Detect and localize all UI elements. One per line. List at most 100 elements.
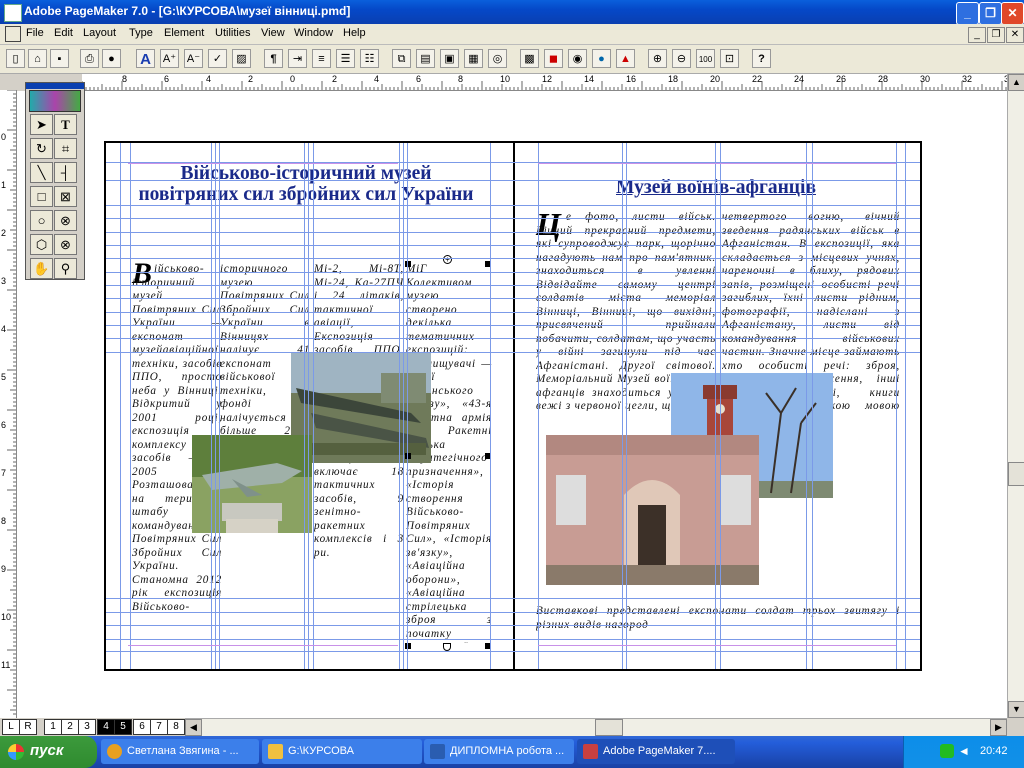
page-tab-1[interactable]: 1	[44, 719, 62, 735]
toolbox-titlebar[interactable]	[26, 83, 84, 89]
page-tab-4[interactable]: 4	[97, 719, 115, 735]
restore-button[interactable]: ❐	[979, 2, 1002, 25]
menu-utilities[interactable]: Utilities	[215, 27, 250, 39]
scroll-left-button[interactable]: ◀	[185, 719, 202, 736]
page-tab-3[interactable]: 3	[78, 719, 96, 735]
actual-size-icon[interactable]: 100	[696, 49, 715, 68]
frame-icon[interactable]: ▣	[440, 49, 459, 68]
font-icon[interactable]: A	[136, 49, 155, 68]
antivirus-icon[interactable]	[940, 744, 954, 758]
find-icon[interactable]: ●	[102, 49, 121, 68]
scroll-down-button[interactable]: ▼	[1008, 701, 1024, 718]
right-col-bottom[interactable]: Виставкові представлені експонати солдат…	[536, 605, 900, 649]
left-page-title[interactable]: Військово-історичний музей повітряних си…	[136, 163, 476, 205]
page-tab-8[interactable]: 8	[167, 719, 185, 735]
rotate-tool-icon[interactable]: ↻	[30, 138, 53, 159]
selection-handle[interactable]	[485, 261, 491, 267]
font-larger-icon[interactable]: A⁺	[160, 49, 179, 68]
menu-edit[interactable]: Edit	[54, 27, 73, 39]
zoom-tool-icon[interactable]: ⚲	[54, 258, 77, 279]
missiles-photo[interactable]	[291, 353, 431, 463]
scroll-up-button[interactable]: ▲	[1008, 74, 1024, 91]
zoom-out-icon[interactable]: ⊖	[672, 49, 691, 68]
mig-jet-photo[interactable]	[192, 435, 312, 533]
preview-icon[interactable]: ◉	[568, 49, 587, 68]
clock[interactable]: 20:42	[980, 745, 1008, 757]
page-tab-7[interactable]: 7	[150, 719, 168, 735]
indent-icon[interactable]: ⇥	[288, 49, 307, 68]
polygon-frame-tool-icon[interactable]: ⊗	[54, 234, 77, 255]
page-tab-2[interactable]: 2	[61, 719, 79, 735]
doc-minimize-button[interactable]: _	[968, 27, 986, 43]
page-tab-5[interactable]: 5	[114, 719, 132, 735]
help-icon[interactable]: ?	[752, 49, 771, 68]
zoom-in-icon[interactable]: ⊕	[648, 49, 667, 68]
rectangle-frame-tool-icon[interactable]: ⊠	[54, 186, 77, 207]
text-thread-handle[interactable]	[443, 643, 451, 651]
pdf-icon[interactable]: ▲	[616, 49, 635, 68]
scroll-right-button[interactable]: ▶	[990, 719, 1007, 736]
start-button[interactable]: пуск	[0, 736, 97, 768]
bullets-icon[interactable]: ☰	[336, 49, 355, 68]
fit-window-icon[interactable]: ⊡	[720, 49, 739, 68]
selection-handle[interactable]	[405, 643, 411, 649]
volume-icon[interactable]: ◄	[958, 744, 970, 758]
selection-handle[interactable]	[405, 453, 411, 459]
paragraph-icon[interactable]: ¶	[264, 49, 283, 68]
page-spread[interactable]: Військово-історичний музей повітряних си…	[104, 141, 922, 671]
constrained-line-tool-icon[interactable]: ┤	[54, 162, 77, 183]
menu-element[interactable]: Element	[164, 27, 204, 39]
menu-file[interactable]: File	[26, 27, 44, 39]
rectangle-tool-icon[interactable]: □	[30, 186, 53, 207]
crop-tool-icon[interactable]: ⌗	[54, 138, 77, 159]
menu-type[interactable]: Type	[129, 27, 153, 39]
close-button[interactable]: ✕	[1001, 2, 1024, 25]
menu-help[interactable]: Help	[343, 27, 366, 39]
menu-window[interactable]: Window	[294, 27, 333, 39]
selection-handle[interactable]	[485, 453, 491, 459]
vertical-scroll-thumb[interactable]	[1008, 462, 1024, 486]
vertical-ruler[interactable]: 0 1 2 3 4 5 6 7 8 9 10 11	[0, 90, 17, 718]
font-smaller-icon[interactable]: A⁻	[184, 49, 203, 68]
hand-tool-icon[interactable]: ✋	[30, 258, 53, 279]
open-icon[interactable]: ⌂	[28, 49, 47, 68]
image-icon[interactable]: ▩	[520, 49, 539, 68]
polygon-tool-icon[interactable]: ⬡	[30, 234, 53, 255]
text-tool-icon[interactable]: T	[54, 114, 77, 135]
web-icon[interactable]: ●	[592, 49, 611, 68]
right-page-title[interactable]: Музей воїнів-афганців	[536, 177, 896, 199]
story-editor-icon[interactable]: ▨	[232, 49, 251, 68]
taskbar-item-pagemaker[interactable]: Adobe PageMaker 7....	[577, 739, 735, 764]
selection-handle[interactable]	[405, 261, 411, 267]
color-proxy-icon[interactable]	[29, 90, 81, 112]
pointer-tool-icon[interactable]: ➤	[30, 114, 53, 135]
color-icon[interactable]: ◼	[544, 49, 563, 68]
taskbar-item-folder[interactable]: G:\КУРСОВА	[262, 739, 422, 764]
horizontal-ruler[interactable]: 86420246810121416182022242628303234	[82, 74, 1014, 91]
page-tab-right-master[interactable]: R	[19, 719, 37, 735]
horizontal-scrollbar[interactable]: ◀ ▶	[185, 718, 1007, 736]
print-icon[interactable]: ⎙	[80, 49, 99, 68]
copy-icon[interactable]: ⧉	[392, 49, 411, 68]
wrap-icon[interactable]: ◎	[488, 49, 507, 68]
menu-view[interactable]: View	[261, 27, 285, 39]
museum-entrance-photo[interactable]	[546, 435, 759, 585]
taskbar-item-browser[interactable]: Светлана Звягина - ...	[101, 739, 259, 764]
line-tool-icon[interactable]: ╲	[30, 162, 53, 183]
horizontal-scroll-thumb[interactable]	[595, 719, 623, 736]
menu-layout[interactable]: Layout	[83, 27, 116, 39]
doc-restore-button[interactable]: ❐	[987, 27, 1005, 43]
align-left-icon[interactable]: ≡	[312, 49, 331, 68]
table-icon[interactable]: ▦	[464, 49, 483, 68]
text-thread-top-handle[interactable]: +	[443, 255, 452, 264]
page-tab-left-master[interactable]: L	[2, 719, 20, 735]
document-icon[interactable]	[5, 26, 21, 42]
paste-icon[interactable]: ▤	[416, 49, 435, 68]
minimize-button[interactable]: _	[956, 2, 979, 25]
selection-handle[interactable]	[485, 643, 491, 649]
ellipse-frame-tool-icon[interactable]: ⊗	[54, 210, 77, 231]
numbering-icon[interactable]: ☷	[360, 49, 379, 68]
new-icon[interactable]: ▯	[6, 49, 25, 68]
save-icon[interactable]: ▪	[50, 49, 69, 68]
taskbar-item-word[interactable]: ДИПЛОМНА робота ...	[424, 739, 574, 764]
